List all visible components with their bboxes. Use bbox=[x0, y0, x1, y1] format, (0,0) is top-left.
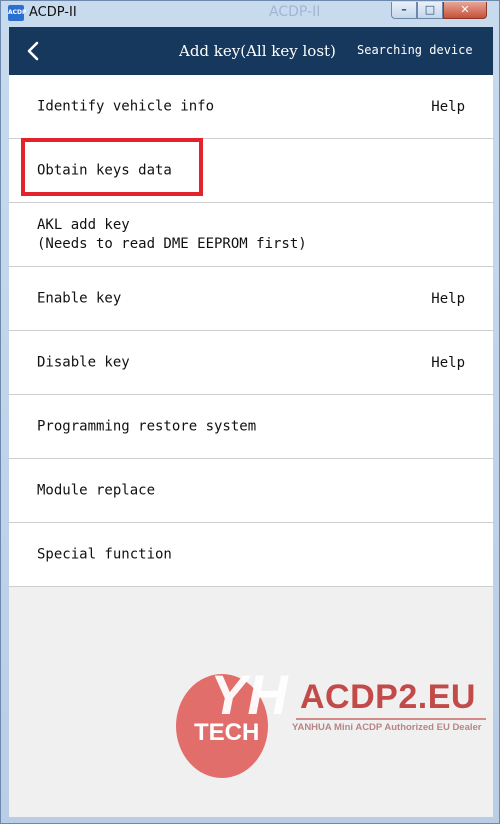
app-icon: ACDP bbox=[8, 5, 26, 21]
window-title-ghost: ACDP-II bbox=[269, 4, 321, 20]
menu-item-label: Module replace bbox=[37, 482, 156, 498]
logo-yh: YH bbox=[210, 664, 289, 726]
menu-item-label: Special function bbox=[37, 546, 172, 562]
chevron-left-icon bbox=[27, 41, 39, 61]
function-menu: Identify vehicle info Help Obtain keys d… bbox=[9, 75, 493, 587]
logo-tech: TECH bbox=[194, 719, 259, 746]
watermark-divider bbox=[296, 718, 486, 720]
app-header: Add key(All key lost) Searching device bbox=[9, 27, 493, 75]
menu-item-label: Obtain keys data bbox=[37, 162, 172, 178]
menu-item-identify-vehicle-info[interactable]: Identify vehicle info Help bbox=[9, 75, 493, 139]
close-button[interactable]: ✕ bbox=[443, 2, 487, 19]
page-title: Add key(All key lost) bbox=[179, 42, 336, 60]
menu-item-label: Disable key bbox=[37, 354, 130, 370]
menu-item-enable-key[interactable]: Enable key Help bbox=[9, 267, 493, 331]
window-title: ACDP-II bbox=[29, 5, 77, 20]
help-link[interactable]: Help bbox=[431, 99, 465, 115]
menu-item-disable-key[interactable]: Disable key Help bbox=[9, 331, 493, 395]
back-button[interactable] bbox=[23, 40, 45, 62]
maximize-button[interactable]: □ bbox=[417, 2, 443, 19]
menu-item-akl-add-key[interactable]: AKL add key (Needs to read DME EEPROM fi… bbox=[9, 203, 493, 267]
menu-item-module-replace[interactable]: Module replace bbox=[9, 459, 493, 523]
minimize-button[interactable]: – bbox=[391, 2, 417, 19]
menu-item-label: AKL add key (Needs to read DME EEPROM fi… bbox=[37, 216, 307, 252]
help-link[interactable]: Help bbox=[431, 355, 465, 371]
window-titlebar[interactable]: ACDP ACDP-II ACDP-II – □ ✕ bbox=[1, 1, 499, 25]
help-link[interactable]: Help bbox=[431, 291, 465, 307]
menu-item-programming-restore-system[interactable]: Programming restore system bbox=[9, 395, 493, 459]
device-status: Searching device bbox=[357, 43, 473, 57]
menu-item-label: Programming restore system bbox=[37, 418, 257, 434]
menu-item-obtain-keys-data[interactable]: Obtain keys data bbox=[9, 139, 493, 203]
watermark-site: ACDP2.EU bbox=[300, 678, 476, 716]
watermark-tagline: YANHUA Mini ACDP Authorized EU Dealer bbox=[292, 722, 482, 733]
menu-item-label: Enable key bbox=[37, 290, 122, 306]
menu-item-label: Identify vehicle info bbox=[37, 98, 215, 114]
menu-item-special-function[interactable]: Special function bbox=[9, 523, 493, 587]
